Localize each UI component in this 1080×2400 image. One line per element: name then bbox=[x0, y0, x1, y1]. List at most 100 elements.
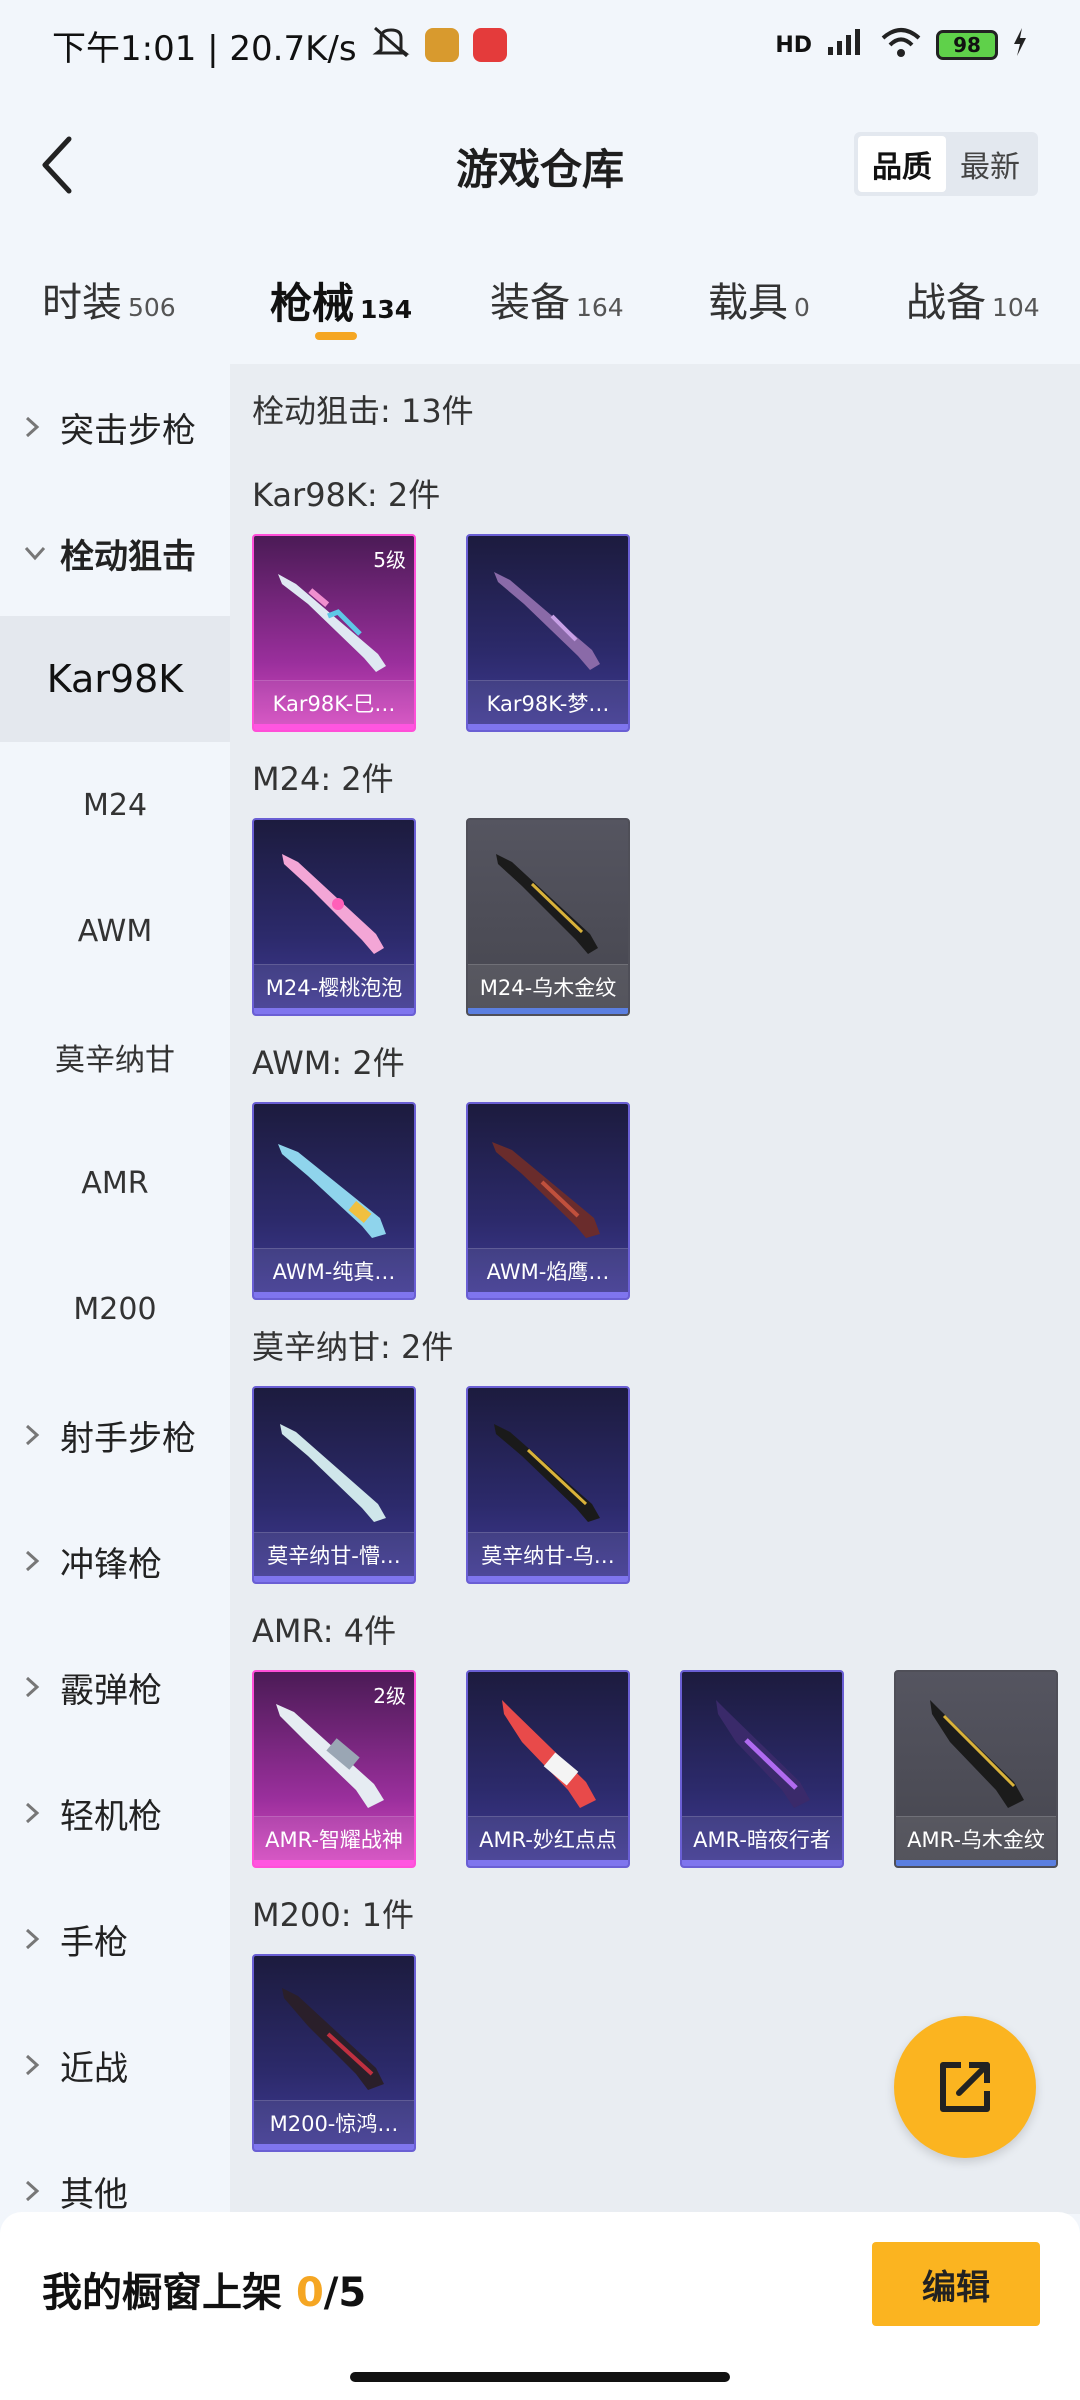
item-name: Kar98K-巳… bbox=[254, 680, 414, 724]
sidebar-item-label: M24 bbox=[82, 787, 148, 823]
chevron-right-icon bbox=[24, 1675, 46, 1699]
sidebar-item-label: 栓动狙击 bbox=[60, 536, 196, 577]
tab-firearms[interactable]: 枪械 134 bbox=[270, 270, 412, 340]
rarity-bar bbox=[468, 724, 628, 730]
group-heading: AMR: 4件 bbox=[252, 1612, 397, 1650]
sidebar-item-label: 霰弹枪 bbox=[60, 1670, 162, 1711]
tab-supplies[interactable]: 战备 104 bbox=[906, 270, 1040, 340]
item-card[interactable]: 莫辛纳甘-懵… bbox=[252, 1386, 416, 1584]
rifle-icon bbox=[282, 854, 384, 954]
chevron-right-icon bbox=[24, 2179, 46, 2203]
sidebar-item-shotgun[interactable]: 霰弹枪 bbox=[0, 1624, 230, 1750]
game-app-icon bbox=[424, 28, 459, 62]
item-card[interactable]: M24-乌木金纹 bbox=[466, 818, 630, 1016]
tab-vehicles[interactable]: 载具 0 bbox=[708, 270, 810, 340]
rifle-icon bbox=[282, 1988, 384, 2090]
edit-button[interactable]: 编辑 bbox=[872, 2242, 1040, 2326]
sidebar-item-melee[interactable]: 近战 bbox=[0, 2002, 230, 2128]
rarity-bar bbox=[254, 1576, 414, 1582]
battery-level: 98 bbox=[953, 33, 981, 57]
shop-app-icon bbox=[472, 28, 507, 62]
sidebar-item-label: 莫辛纳甘 bbox=[55, 1043, 175, 1078]
sort-newest-button[interactable]: 最新 bbox=[946, 136, 1034, 192]
item-card[interactable]: AMR-妙红点点 bbox=[466, 1670, 630, 1868]
tab-count: 134 bbox=[360, 295, 413, 324]
item-card[interactable]: Kar98K-梦… bbox=[466, 534, 630, 732]
rifle-icon bbox=[276, 1704, 384, 1808]
mute-icon bbox=[371, 24, 411, 67]
group-heading: AWM: 2件 bbox=[252, 1044, 405, 1082]
item-card[interactable]: AMR-暗夜行者 bbox=[680, 1670, 844, 1868]
bottom-bar: 我的橱窗上架 0/5 编辑 bbox=[0, 2212, 1080, 2400]
item-card[interactable]: AMR-乌木金纹 bbox=[894, 1670, 1058, 1868]
rarity-bar bbox=[468, 1576, 628, 1582]
chevron-right-icon bbox=[24, 1549, 46, 1573]
group-heading: 莫辛纳甘: 2件 bbox=[252, 1328, 454, 1366]
showcase-label: 我的橱窗上架 bbox=[42, 2270, 282, 2316]
tab-label: 载具 bbox=[708, 280, 788, 326]
rifle-icon bbox=[278, 1144, 386, 1238]
sidebar-item-kar98k[interactable]: Kar98K bbox=[0, 616, 230, 742]
item-card[interactable]: 莫辛纳甘-乌… bbox=[466, 1386, 630, 1584]
rifle-icon bbox=[496, 854, 598, 954]
tab-indicator bbox=[315, 332, 357, 340]
sidebar-item-m200[interactable]: M200 bbox=[0, 1246, 230, 1372]
item-card[interactable]: 5级 Kar98K-巳… bbox=[252, 534, 416, 732]
item-name: 莫辛纳甘-乌… bbox=[468, 1532, 628, 1576]
sidebar-item-label: 其他 bbox=[60, 2174, 128, 2215]
wifi-icon bbox=[880, 26, 922, 64]
sidebar-item-label: 突击步枪 bbox=[60, 410, 196, 451]
rifle-icon bbox=[492, 1142, 600, 1238]
sidebar-item-amr[interactable]: AMR bbox=[0, 1120, 230, 1246]
sidebar-item-lmg[interactable]: 轻机枪 bbox=[0, 1750, 230, 1876]
rarity-bar bbox=[254, 1860, 414, 1866]
chevron-down-icon bbox=[24, 545, 46, 561]
tab-label: 枪械 bbox=[270, 279, 355, 328]
sidebar-item-mosin[interactable]: 莫辛纳甘 bbox=[0, 994, 230, 1120]
chevron-right-icon bbox=[24, 1423, 46, 1447]
sidebar-item-label: 轻机枪 bbox=[60, 1796, 162, 1837]
rifle-icon bbox=[716, 1700, 810, 1808]
sidebar-item-m24[interactable]: M24 bbox=[0, 742, 230, 868]
rifle-icon bbox=[280, 1424, 386, 1522]
rarity-bar bbox=[468, 1860, 628, 1866]
item-name: AMR-乌木金纹 bbox=[896, 1816, 1056, 1860]
sidebar-item-pistol[interactable]: 手枪 bbox=[0, 1876, 230, 2002]
item-card[interactable]: M200-惊鸿… bbox=[252, 1954, 416, 2152]
charging-icon bbox=[1012, 28, 1028, 62]
item-name: M24-乌木金纹 bbox=[468, 964, 628, 1008]
status-right: HD 98 bbox=[775, 26, 1028, 64]
chevron-right-icon bbox=[24, 1801, 46, 1825]
rarity-bar bbox=[468, 1008, 628, 1014]
sidebar-item-smg[interactable]: 冲锋枪 bbox=[0, 1498, 230, 1624]
tab-count: 164 bbox=[576, 293, 624, 322]
sort-quality-button[interactable]: 品质 bbox=[858, 136, 946, 192]
rarity-bar bbox=[254, 724, 414, 730]
share-button[interactable] bbox=[894, 2016, 1036, 2158]
item-card[interactable]: AWM-纯真… bbox=[252, 1102, 416, 1300]
item-name: AMR-暗夜行者 bbox=[682, 1816, 842, 1860]
rarity-bar bbox=[254, 1008, 414, 1014]
sidebar-item-assault-rifle[interactable]: 突击步枪 bbox=[0, 364, 230, 490]
sidebar-item-marksman-rifle[interactable]: 射手步枪 bbox=[0, 1372, 230, 1498]
home-indicator[interactable] bbox=[350, 2372, 730, 2382]
rarity-bar bbox=[896, 1860, 1056, 1866]
rifle-icon bbox=[494, 1424, 600, 1522]
item-card[interactable]: AWM-焰鹰… bbox=[466, 1102, 630, 1300]
sidebar: 突击步枪 栓动狙击 Kar98K M24 AWM 莫辛纳甘 AMR M200 射… bbox=[0, 364, 230, 2214]
rarity-bar bbox=[254, 1292, 414, 1298]
tab-count: 506 bbox=[128, 293, 176, 322]
rarity-bar bbox=[254, 2144, 414, 2150]
sidebar-item-label: M200 bbox=[73, 1291, 157, 1327]
tab-fashion[interactable]: 时装 506 bbox=[42, 270, 176, 340]
sidebar-item-bolt-sniper[interactable]: 栓动狙击 bbox=[0, 490, 230, 616]
item-card[interactable]: M24-樱桃泡泡 bbox=[252, 818, 416, 1016]
item-card[interactable]: 2级 AMR-智耀战神 bbox=[252, 1670, 416, 1868]
status-time: 下午1:01 | 20.7K/s bbox=[52, 28, 357, 69]
sidebar-item-awm[interactable]: AWM bbox=[0, 868, 230, 994]
rifle-icon bbox=[278, 574, 386, 672]
sidebar-item-other[interactable]: 其他 bbox=[0, 2128, 230, 2214]
tab-label: 装备 bbox=[490, 280, 570, 326]
tab-equipment[interactable]: 装备 164 bbox=[490, 270, 624, 340]
tab-label: 时装 bbox=[42, 280, 122, 326]
